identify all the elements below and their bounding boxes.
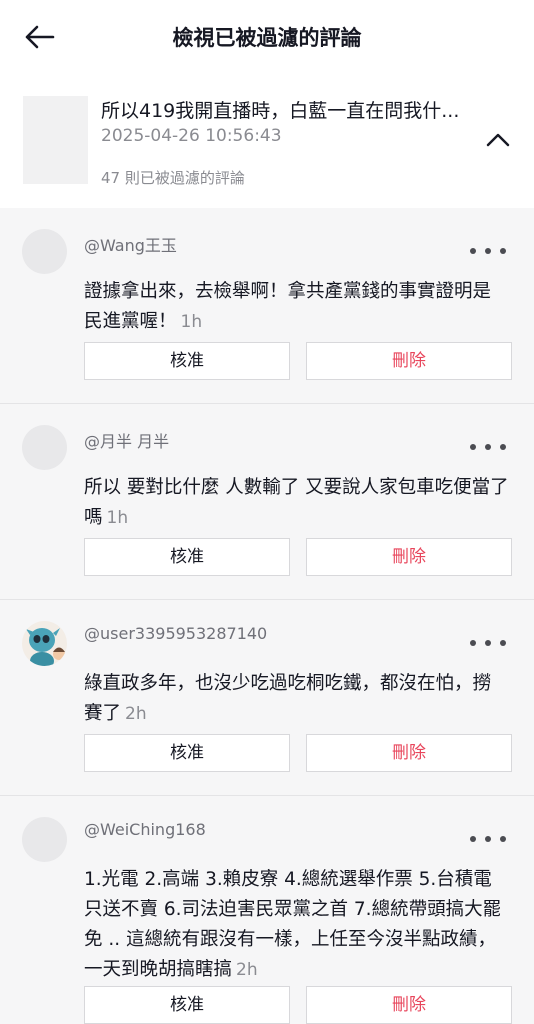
comment-item: @WeiChing168 1.光電 2.高端 3.賴皮寮 4.總統選舉作票 5.…: [0, 796, 534, 1024]
comment-username[interactable]: @Wang王玉: [84, 232, 177, 256]
comment-body: 1.光電 2.高端 3.賴皮寮 4.總統選舉作票 5.台積電只送不賣 6.司法迫…: [84, 869, 502, 980]
filtered-comment-list: @Wang王玉 證據拿出來，去檢舉啊！拿共產黨錢的事實證明是民進黨喔！ 1h 核准…: [0, 208, 534, 1024]
comment-time: 1h: [180, 312, 203, 332]
comment-text: 1.光電 2.高端 3.賴皮寮 4.總統選舉作票 5.台積電只送不賣 6.司法迫…: [84, 865, 509, 985]
avatar-image: [26, 628, 65, 666]
comment-username[interactable]: @月半 月半: [84, 428, 169, 452]
comment-item: @月半 月半 所以 要對比什麼 人數輸了 又要說人家包車吃便當了嗎 1h 核准 刪…: [0, 404, 534, 600]
chevron-up-icon[interactable]: [484, 126, 512, 154]
page-title: 檢視已被過濾的評論: [172, 26, 362, 50]
delete-button[interactable]: 刪除: [306, 538, 512, 576]
approve-button[interactable]: 核准: [84, 342, 290, 380]
video-date: 2025-04-26 10:56:43: [101, 126, 282, 146]
comment-item: @user3395953287140 綠直政多年，也沒少吃過吃桐吃鐵，都沒在怕，…: [0, 600, 534, 796]
more-options-icon[interactable]: [468, 244, 508, 258]
more-options-icon[interactable]: [468, 636, 508, 650]
avatar[interactable]: [22, 229, 67, 274]
comment-text: 證據拿出來，去檢舉啊！拿共產黨錢的事實證明是民進黨喔！ 1h: [84, 277, 509, 337]
avatar[interactable]: [22, 621, 67, 666]
approve-button[interactable]: 核准: [84, 986, 290, 1024]
more-options-icon[interactable]: [468, 832, 508, 846]
comment-text: 綠直政多年，也沒少吃過吃桐吃鐵，都沒在怕，撈賽了 2h: [84, 669, 509, 729]
comment-username[interactable]: @user3395953287140: [84, 624, 267, 643]
delete-button[interactable]: 刪除: [306, 734, 512, 772]
delete-button[interactable]: 刪除: [306, 986, 512, 1024]
header-bar: 檢視已被過濾的評論: [0, 0, 534, 72]
comment-username[interactable]: @WeiChing168: [84, 820, 206, 839]
avatar[interactable]: [22, 817, 67, 862]
video-thumbnail[interactable]: [23, 96, 88, 184]
filtered-count: 47 則已被過濾的評論: [101, 169, 245, 187]
comment-time: 1h: [106, 508, 129, 528]
comment-body: 證據拿出來，去檢舉啊！拿共產黨錢的事實證明是民進黨喔！: [84, 281, 492, 332]
comment-body: 所以 要對比什麼 人數輸了 又要說人家包車吃便當了嗎: [84, 477, 509, 528]
video-caption: 所以419我開直播時，白藍一直在問我什...: [101, 100, 460, 122]
comment-text: 所以 要對比什麼 人數輸了 又要說人家包車吃便當了嗎 1h: [84, 473, 509, 533]
comment-time: 2h: [125, 704, 147, 724]
comment-item: @Wang王玉 證據拿出來，去檢舉啊！拿共產黨錢的事實證明是民進黨喔！ 1h 核准…: [0, 208, 534, 404]
approve-button[interactable]: 核准: [84, 538, 290, 576]
avatar[interactable]: [22, 425, 67, 470]
more-options-icon[interactable]: [468, 440, 508, 454]
comment-time: 2h: [236, 960, 258, 980]
video-summary: 所以419我開直播時，白藍一直在問我什... 2025-04-26 10:56:…: [0, 72, 534, 208]
delete-button[interactable]: 刪除: [306, 342, 512, 380]
approve-button[interactable]: 核准: [84, 734, 290, 772]
